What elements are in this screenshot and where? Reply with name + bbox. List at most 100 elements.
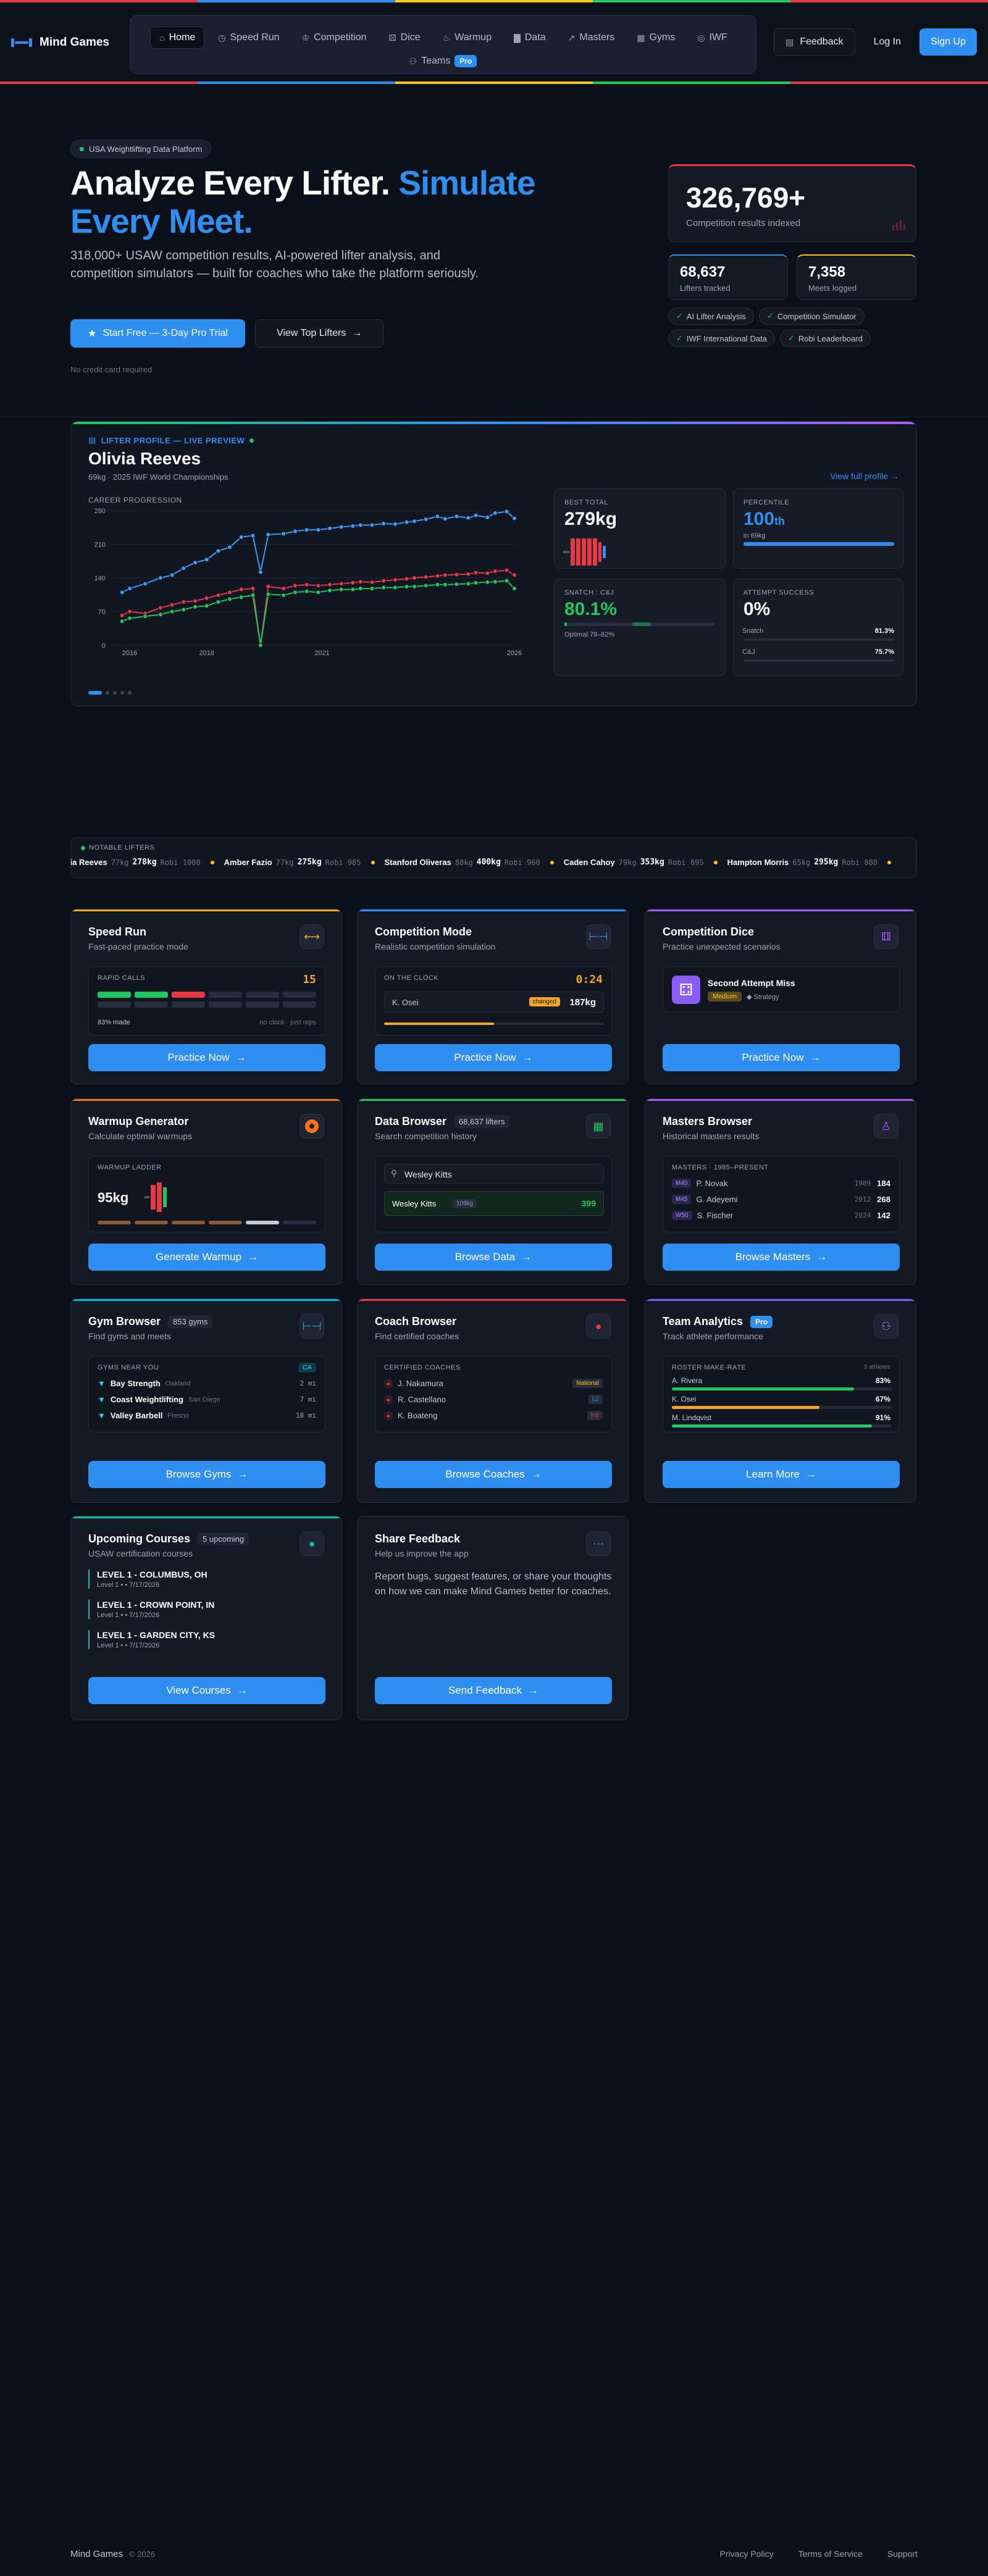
nav-item-warmup[interactable]: ♨ Warmup xyxy=(434,27,500,49)
ticker-total: 275kg xyxy=(297,858,322,867)
generate-warmup-button[interactable]: Generate Warmup → xyxy=(88,1244,325,1271)
course-list: LEVEL 1 - COLUMBUS, OH Level 1 • • 7/17/2… xyxy=(88,1570,325,1660)
browse-coaches-button[interactable]: Browse Coaches → xyxy=(375,1461,612,1488)
masters-row[interactable]: M45 G. Adeyemi 2012 268 xyxy=(672,1195,890,1204)
speed-footer: 83% made no clock · just reps xyxy=(98,1019,316,1026)
nav-item-speed-run[interactable]: ◷ Speed Run xyxy=(209,27,288,49)
nav-item-dice[interactable]: ⚄ Dice xyxy=(380,27,429,49)
feedback-button[interactable]: ▤ Feedback xyxy=(774,28,855,56)
footer-link[interactable]: Terms of Service xyxy=(798,2549,863,2559)
coach-row[interactable]: ● R. Castellano L2 xyxy=(384,1395,603,1404)
dice-practice-button[interactable]: Practice Now → xyxy=(663,1044,900,1071)
data-point xyxy=(435,582,440,587)
nav-item-iwf[interactable]: ◎ IWF xyxy=(689,27,736,49)
course-item[interactable]: LEVEL 1 - COLUMBUS, OH Level 1 • • 7/17/2… xyxy=(88,1570,325,1589)
data-point xyxy=(227,590,233,595)
nav-item-label: Dice xyxy=(400,32,421,43)
data-point xyxy=(250,586,256,592)
data-point xyxy=(423,574,429,580)
signup-button[interactable]: Sign Up xyxy=(919,28,977,56)
cj-value: 75.7% xyxy=(874,648,894,656)
timer-icon: ◷ xyxy=(218,32,226,43)
carousel-dots[interactable] xyxy=(88,691,132,695)
athlete-row[interactable]: A. Rivera 83% xyxy=(672,1376,890,1385)
best-total-card: BEST TOTAL 279kg xyxy=(554,488,726,569)
nav-item-competition[interactable]: ♔ Competition xyxy=(293,27,375,49)
search-result[interactable]: Wesley Kitts 109kg 399 xyxy=(384,1191,604,1216)
start-trial-button[interactable]: ★ Start Free — 3-Day Pro Trial xyxy=(70,319,246,348)
course-item[interactable]: LEVEL 1 - CROWN POINT, IN Level 1 • • 7/1… xyxy=(88,1600,325,1619)
globe-icon: ◎ xyxy=(697,32,705,43)
nav-item-teams[interactable]: ⚇ Teams Pro xyxy=(401,50,486,72)
footer-link[interactable]: Support xyxy=(887,2549,918,2559)
cta-label: Practice Now xyxy=(167,1052,230,1063)
gym-row[interactable]: ▼ Valley Barbell Fresno 18 mi xyxy=(98,1411,316,1420)
arrow-right-icon: → xyxy=(816,1251,827,1263)
athlete-row[interactable]: K. Osei 67% xyxy=(672,1395,890,1403)
card-subtitle: Calculate optimal warmups xyxy=(88,1131,193,1141)
ticker-item[interactable]: Stanford Oliveras 88kg 400kg Robi 960 xyxy=(385,858,554,867)
main-nav: ⌂ Home ◷ Speed Run ♔ Competition ⚄ Dice ♨ Warmup ▇… xyxy=(130,15,756,74)
coach-row[interactable]: ● K. Boateng Intl xyxy=(384,1411,603,1420)
competition-practice-button[interactable]: Practice Now → xyxy=(375,1044,612,1071)
ticker-item[interactable]: Caden Cahoy 79kg 353kg Robi 895 xyxy=(564,858,718,867)
coach-row[interactable]: ● J. Nakamura National xyxy=(384,1379,603,1388)
ticker-separator-dot xyxy=(713,860,718,864)
attempt-row: K. Osei changed 187kg xyxy=(384,992,604,1013)
card-title: Speed Run xyxy=(88,926,147,938)
data-point xyxy=(512,572,517,578)
ticker-item[interactable]: Amber Fazio 77kg 275kg Robi 985 xyxy=(224,858,375,867)
nav-item-masters[interactable]: ↗ Masters xyxy=(559,27,624,49)
data-point xyxy=(473,570,479,575)
cta-label: Learn More xyxy=(746,1468,800,1480)
masters-row[interactable]: M40 P. Novak 1989 184 xyxy=(672,1179,890,1188)
scenario-kind: ◆ Strategy xyxy=(747,993,779,1001)
lifters-tracked-stat: 68,637 Lifters tracked xyxy=(668,254,788,300)
card-subtitle: USAW certification courses xyxy=(88,1549,193,1558)
login-button[interactable]: Log In xyxy=(863,28,912,56)
arrow-right-icon: → xyxy=(890,471,899,481)
send-feedback-button[interactable]: Send Feedback → xyxy=(375,1677,612,1704)
gym-row[interactable]: ▼ Bay Strength Oakland 2 mi xyxy=(98,1379,316,1388)
flame-icon xyxy=(299,1114,324,1139)
nav-item-gyms[interactable]: ▦ Gyms xyxy=(628,27,684,49)
message-icon: ▤ xyxy=(785,36,794,47)
total: 268 xyxy=(877,1195,890,1204)
stat-value: 68,637 xyxy=(680,264,726,280)
ticker-lifter-name: Amber Fazio xyxy=(224,858,272,867)
nav-item-label: Data xyxy=(524,32,546,43)
view-top-lifters-button[interactable]: View Top Lifters → xyxy=(255,319,384,348)
gym-row[interactable]: ▼ Coast Weightlifting San Diego 7 mi xyxy=(98,1395,316,1404)
speed-note: no clock · just reps xyxy=(259,1019,316,1026)
coach-row-left: ● J. Nakamura xyxy=(384,1379,443,1388)
data-point xyxy=(485,580,490,585)
attempt-label: ATTEMPT SUCCESS xyxy=(743,589,814,596)
learn-more-button[interactable]: Learn More → xyxy=(663,1461,900,1488)
data-point xyxy=(304,527,309,533)
footer-link[interactable]: Privacy Policy xyxy=(720,2549,774,2559)
search-input[interactable]: ⚲ Wesley Kitts xyxy=(384,1164,604,1184)
gym-row-left: ▼ Bay Strength Oakland xyxy=(98,1379,191,1388)
preview-accent-bar xyxy=(71,422,916,424)
browse-gyms-button[interactable]: Browse Gyms → xyxy=(88,1461,325,1488)
browse-data-button[interactable]: Browse Data → xyxy=(375,1244,612,1271)
star-icon: ★ xyxy=(88,328,97,339)
brand-logo[interactable]: Mind Games xyxy=(11,36,109,49)
view-full-profile-link[interactable]: View full profile → xyxy=(830,471,899,481)
feedback-label: Feedback xyxy=(800,36,844,47)
make-rate: 83% xyxy=(875,1376,890,1385)
data-point xyxy=(143,614,148,619)
nav-item-home[interactable]: ⌂ Home xyxy=(150,27,205,49)
browse-masters-button[interactable]: Browse Masters → xyxy=(663,1244,900,1271)
speed-run-practice-button[interactable]: Practice Now → xyxy=(88,1044,325,1071)
gym-city: San Diego xyxy=(188,1395,220,1403)
course-item[interactable]: LEVEL 1 - GARDEN CITY, KS Level 1 • • 7/1… xyxy=(88,1630,325,1649)
ticker-item[interactable]: Hampton Morris 65kg 295kg Robi 880 xyxy=(727,858,892,867)
check-icon: ✓ xyxy=(676,333,683,343)
masters-row[interactable]: W50 S. Fischer 2024 142 xyxy=(672,1211,890,1220)
data-point xyxy=(504,578,509,583)
nav-item-data[interactable]: ▇ Data xyxy=(505,27,555,49)
ticker-item[interactable]: Olivia Reeves 77kg278kgRobi 1000 xyxy=(71,858,214,867)
athlete-row[interactable]: M. Lindqvist 91% xyxy=(672,1413,890,1422)
view-courses-button[interactable]: View Courses → xyxy=(88,1677,325,1704)
